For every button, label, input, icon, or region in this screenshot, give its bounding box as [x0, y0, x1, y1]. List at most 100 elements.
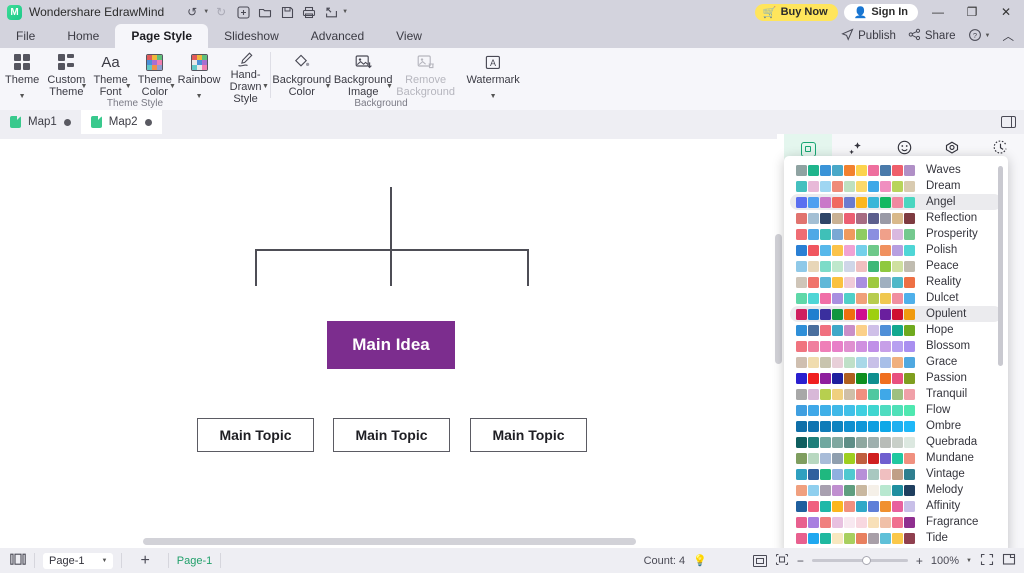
theme-swatch: [904, 388, 915, 400]
rainbow-button[interactable]: Rainbow ▼: [177, 48, 221, 100]
theme-row[interactable]: Melody: [790, 482, 1002, 498]
theme-row[interactable]: Waves: [790, 162, 1002, 178]
theme-row[interactable]: Tide: [790, 530, 1002, 546]
background-color-button[interactable]: Background Color ▼: [271, 48, 332, 100]
sign-in-button[interactable]: 👤 Sign In: [843, 3, 918, 21]
center-icon[interactable]: [775, 553, 789, 569]
add-page-button[interactable]: +: [130, 552, 159, 570]
theme-row[interactable]: Reflection: [790, 210, 1002, 226]
root-node[interactable]: Main Idea: [327, 321, 455, 369]
theme-color-dropdown-icon[interactable]: ▼: [169, 83, 176, 90]
theme-row[interactable]: Polish: [790, 242, 1002, 258]
theme-color-list[interactable]: Waves Dream Angel Reflection Prosperity Polis…: [784, 162, 1008, 550]
hand-drawn-dropdown-icon[interactable]: ▼: [262, 83, 269, 90]
current-page-tag[interactable]: Page-1: [177, 555, 212, 567]
tab-advanced[interactable]: Advanced: [295, 24, 380, 48]
theme-row[interactable]: Passion: [790, 370, 1002, 386]
zoom-slider-knob[interactable]: [861, 556, 871, 565]
theme-panel-scrollbar[interactable]: [998, 166, 1003, 366]
theme-color-panel[interactable]: Waves Dream Angel Reflection Prosperity Polis…: [784, 156, 1008, 556]
fullscreen-icon[interactable]: [980, 553, 994, 569]
open-button[interactable]: [255, 3, 275, 21]
outline-view-icon[interactable]: [10, 553, 26, 569]
doc-tab-map2[interactable]: Map2: [80, 110, 162, 134]
help-button[interactable]: ? ▼: [968, 28, 991, 45]
background-image-button[interactable]: Background Image ▼: [332, 48, 393, 100]
tab-slideshow[interactable]: Slideshow: [208, 24, 295, 48]
theme-row[interactable]: Vintage: [790, 466, 1002, 482]
watermark-dropdown-icon[interactable]: ▼: [490, 93, 497, 100]
save-button[interactable]: [277, 3, 297, 21]
canvas-horizontal-scrollbar[interactable]: [143, 538, 636, 545]
theme-row[interactable]: Peace: [790, 258, 1002, 274]
tab-view[interactable]: View: [380, 24, 438, 48]
theme-row[interactable]: Prosperity: [790, 226, 1002, 242]
split-panel-icon[interactable]: [1001, 116, 1016, 128]
theme-swatch-strip: [796, 468, 915, 480]
theme-font-button[interactable]: Aa Theme Font ▼: [88, 48, 132, 100]
canvas-drawing-area[interactable]: Main Idea Main Topic Main Topic Main Top…: [0, 139, 777, 535]
theme-row[interactable]: Affinity: [790, 498, 1002, 514]
canvas-vertical-scrollbar[interactable]: [775, 234, 782, 364]
theme-row[interactable]: Dream: [790, 178, 1002, 194]
topic-node-3[interactable]: Main Topic: [470, 418, 587, 452]
custom-theme-dropdown-icon[interactable]: ▼: [81, 83, 88, 90]
theme-color-button[interactable]: Theme Color ▼: [133, 48, 177, 100]
theme-row[interactable]: Blossom: [790, 338, 1002, 354]
fit-page-icon[interactable]: [752, 554, 767, 567]
collapse-ribbon-button[interactable]: ︿: [1003, 28, 1015, 44]
topic-node-1[interactable]: Main Topic: [197, 418, 314, 452]
theme-swatch: [880, 436, 891, 448]
theme-row[interactable]: Grace: [790, 354, 1002, 370]
chevron-down-icon[interactable]: ▼: [101, 558, 107, 564]
theme-row[interactable]: Quebrada: [790, 434, 1002, 450]
theme-row[interactable]: Mundane: [790, 450, 1002, 466]
background-image-dropdown-icon[interactable]: ▼: [386, 83, 393, 90]
theme-row[interactable]: Hope: [790, 322, 1002, 338]
export-caret-icon[interactable]: ▼: [342, 9, 348, 15]
print-button[interactable]: [299, 3, 319, 21]
undo-caret-icon[interactable]: ▼: [203, 9, 209, 15]
maximize-button[interactable]: ❐: [958, 0, 986, 24]
theme-row[interactable]: Dulcet: [790, 290, 1002, 306]
theme-button[interactable]: Theme ▼: [0, 48, 44, 100]
tab-page-style[interactable]: Page Style: [115, 24, 209, 48]
theme-row[interactable]: Opulent: [790, 306, 1002, 322]
zoom-level-label[interactable]: 100%: [931, 555, 959, 567]
topic-node-2[interactable]: Main Topic: [333, 418, 450, 452]
close-button[interactable]: ✕: [992, 0, 1020, 24]
page-select-dropdown[interactable]: Page-1 ▼: [43, 552, 114, 569]
background-color-dropdown-icon[interactable]: ▼: [325, 83, 332, 90]
zoom-dropdown-icon[interactable]: ▼: [966, 558, 972, 564]
theme-row[interactable]: Ombre: [790, 418, 1002, 434]
custom-theme-button[interactable]: Custom Theme ▼: [44, 48, 88, 100]
tab-file[interactable]: File: [0, 24, 51, 48]
zoom-in-button[interactable]: +: [916, 554, 923, 568]
minimize-button[interactable]: —: [924, 0, 952, 24]
buy-now-button[interactable]: 🛒 Buy Now: [754, 3, 838, 21]
doc-tab-map1[interactable]: Map1: [0, 110, 81, 134]
zoom-out-button[interactable]: −: [797, 554, 804, 568]
unsaved-dot-icon[interactable]: [63, 118, 71, 126]
redo-button[interactable]: ↻: [211, 3, 231, 21]
unsaved-dot-icon[interactable]: [144, 118, 152, 126]
export-button[interactable]: [321, 3, 341, 21]
publish-button[interactable]: Publish: [841, 28, 896, 44]
theme-row[interactable]: Fragrance: [790, 514, 1002, 530]
help-caret-icon[interactable]: ▼: [985, 33, 991, 39]
undo-button[interactable]: ↺: [182, 3, 202, 21]
hand-drawn-style-button[interactable]: Hand-Drawn Style ▼: [221, 48, 270, 105]
theme-swatch: [832, 212, 843, 224]
tab-home[interactable]: Home: [51, 24, 115, 48]
theme-row[interactable]: Flow: [790, 402, 1002, 418]
share-button[interactable]: Share: [908, 28, 956, 44]
watermark-button[interactable]: A Watermark ▼: [465, 48, 521, 100]
theme-font-dropdown-icon[interactable]: ▼: [125, 83, 132, 90]
theme-swatch: [808, 468, 819, 480]
presentation-icon[interactable]: [1002, 553, 1016, 569]
theme-row[interactable]: Angel: [790, 194, 1002, 210]
new-button[interactable]: [233, 3, 253, 21]
theme-row[interactable]: Reality: [790, 274, 1002, 290]
zoom-slider[interactable]: [811, 556, 908, 565]
theme-row[interactable]: Tranquil: [790, 386, 1002, 402]
